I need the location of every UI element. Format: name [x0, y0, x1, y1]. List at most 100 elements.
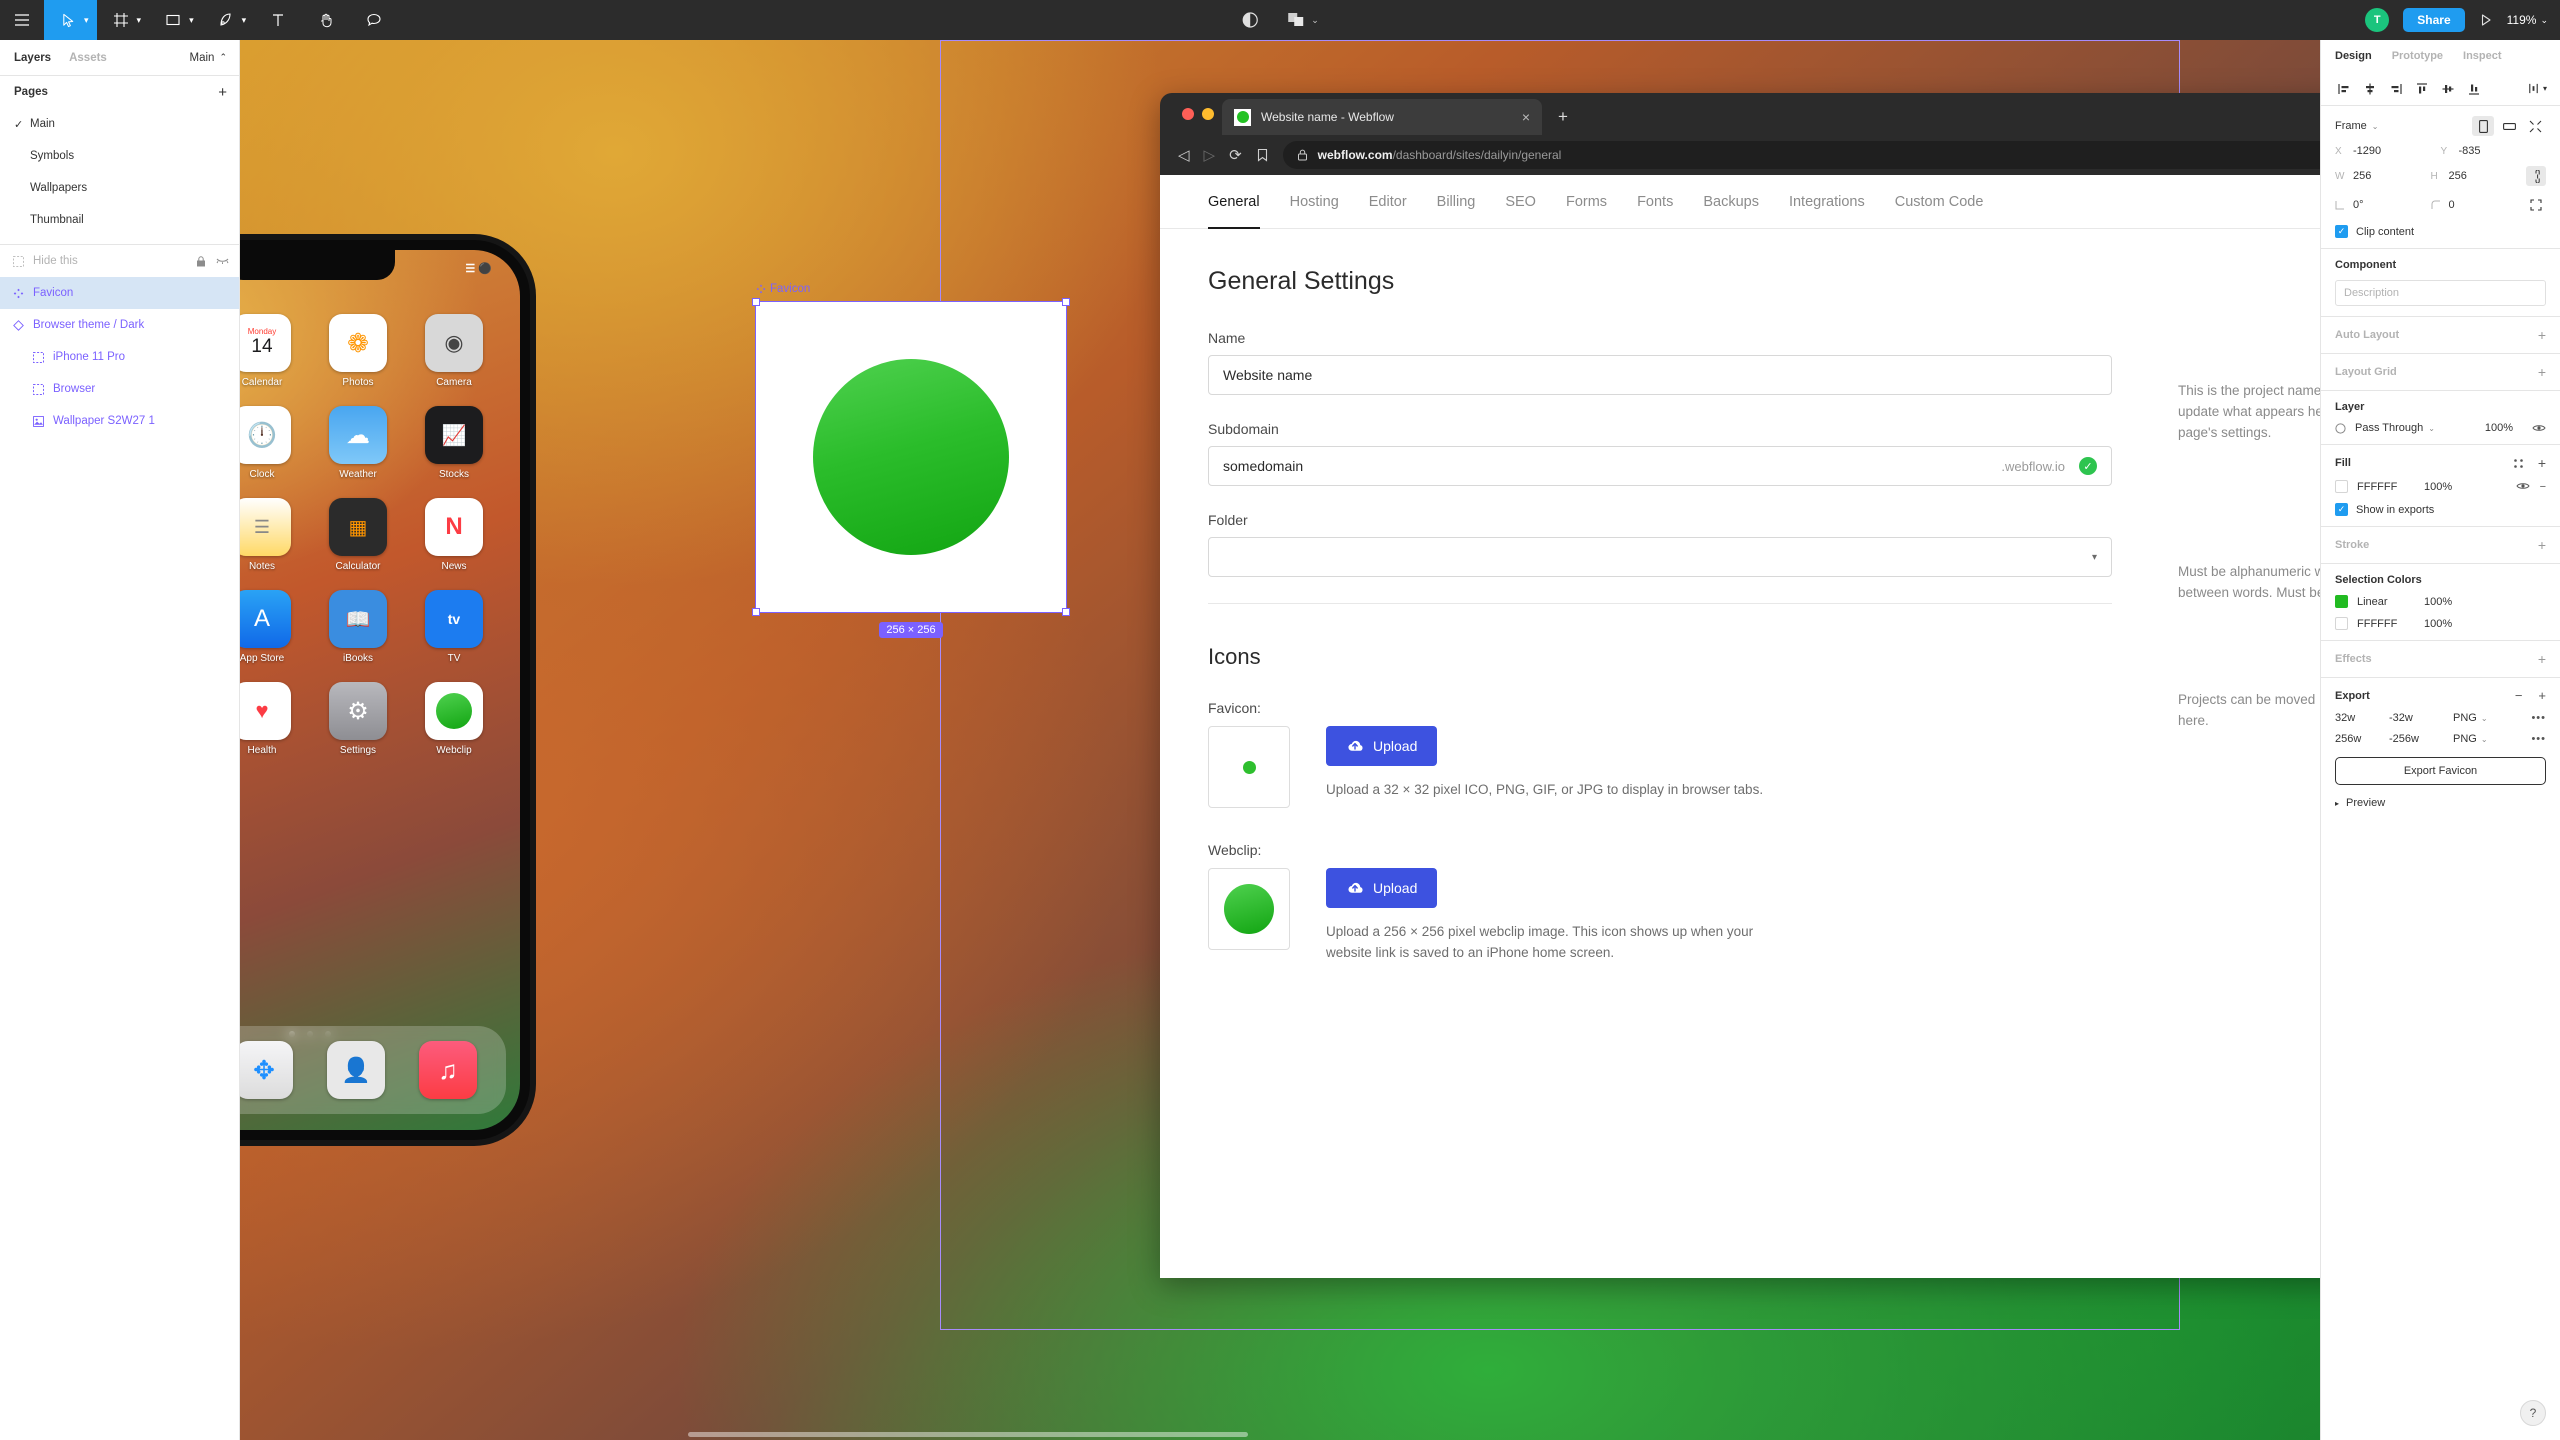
export-more-button[interactable]: ••• [2531, 733, 2546, 745]
subdomain-input[interactable]: somedomain .webflow.io ✓ [1208, 446, 2112, 486]
app-icon-item[interactable]: ❁ Photos [322, 314, 394, 388]
music-icon[interactable]: ♫ [419, 1041, 477, 1099]
eye-icon[interactable] [2532, 423, 2546, 433]
description-input[interactable]: Description [2335, 280, 2546, 306]
safari-icon[interactable]: ✥ [240, 1041, 293, 1099]
layer-row-browser[interactable]: Browser [0, 373, 239, 405]
tab-editor[interactable]: Editor [1369, 175, 1407, 229]
export-more-button[interactable]: ••• [2531, 712, 2546, 724]
app-icon-item[interactable]: ☰ Notes [240, 498, 298, 572]
bookmark-icon[interactable] [1256, 148, 1269, 162]
clip-content-row[interactable]: ✓ Clip content [2335, 225, 2546, 238]
fill-swatch[interactable] [2335, 480, 2348, 493]
tab-backups[interactable]: Backups [1703, 175, 1759, 229]
resize-handle-tr[interactable] [1062, 298, 1070, 306]
resize-to-fit-icon[interactable] [2524, 116, 2546, 136]
text-tool[interactable] [254, 0, 302, 40]
share-button[interactable]: Share [2403, 8, 2465, 32]
add-fill-button[interactable]: + [2538, 455, 2546, 471]
close-icon[interactable]: × [1522, 109, 1530, 125]
app-icon-item[interactable]: ▦ Calculator [322, 498, 394, 572]
tab-design[interactable]: Design [2335, 50, 2372, 62]
layer-row-browser-theme[interactable]: Browser theme / Dark [0, 309, 239, 341]
page-item-wallpapers[interactable]: Wallpapers [0, 172, 239, 204]
page-item-symbols[interactable]: Symbols [0, 140, 239, 172]
shape-tool[interactable]: ▾ [149, 0, 202, 40]
tab-assets[interactable]: Assets [69, 52, 107, 64]
x-property[interactable]: X -1290 [2335, 145, 2441, 157]
main-menu-button[interactable] [0, 0, 44, 40]
frame-tool[interactable]: ▾ [97, 0, 150, 40]
align-h-center-icon[interactable] [2357, 76, 2383, 102]
independent-corners-icon[interactable] [2526, 195, 2546, 215]
tab-billing[interactable]: Billing [1437, 175, 1476, 229]
layer-row[interactable]: Hide this [0, 245, 239, 277]
rotation-property[interactable]: 0° [2335, 199, 2431, 211]
comment-tool[interactable] [350, 0, 398, 40]
browser-tab[interactable]: Website name - Webflow × [1222, 99, 1542, 135]
chevron-down-icon[interactable]: ⌄ [1311, 15, 1319, 26]
corner-radius-property[interactable]: 0 [2431, 199, 2527, 211]
avatar[interactable]: T [2365, 8, 2390, 32]
w-property[interactable]: W 256 [2335, 170, 2431, 182]
distribute-icon[interactable]: ▾ [2524, 76, 2550, 102]
layer-opacity[interactable]: 100% [2471, 422, 2513, 434]
clip-content-checkbox[interactable]: ✓ [2335, 225, 2348, 238]
webclip-upload-button[interactable]: Upload [1326, 868, 1438, 908]
tab-hosting[interactable]: Hosting [1290, 175, 1339, 229]
favicon-frame[interactable] [752, 298, 1070, 616]
tab-fonts[interactable]: Fonts [1637, 175, 1673, 229]
export-suffix[interactable]: -256w [2389, 733, 2453, 745]
align-left-icon[interactable] [2331, 76, 2357, 102]
add-export-button[interactable]: + [2538, 688, 2546, 703]
layer-row-iphone[interactable]: iPhone 11 Pro [0, 341, 239, 373]
layer-row-wallpaper[interactable]: Wallpaper S2W27 1 [0, 405, 239, 437]
add-stroke-button[interactable]: + [2538, 537, 2546, 553]
align-top-icon[interactable] [2409, 76, 2435, 102]
frame-type-selector[interactable]: Frame ⌄ [2335, 120, 2378, 132]
show-in-exports-row[interactable]: ✓ Show in exports [2335, 503, 2546, 516]
tab-layers[interactable]: Layers [14, 52, 51, 64]
export-format[interactable]: PNG ⌄ [2453, 712, 2513, 724]
export-size[interactable]: 256w [2335, 733, 2389, 745]
horizontal-scrollbar[interactable] [688, 1432, 1248, 1437]
tab-prototype[interactable]: Prototype [2392, 50, 2443, 62]
preview-toggle[interactable]: ▸ Preview [2335, 797, 2546, 809]
align-v-center-icon[interactable] [2435, 76, 2461, 102]
chevron-down-icon[interactable]: ▾ [189, 15, 202, 26]
chevron-down-icon[interactable]: ▾ [137, 15, 150, 26]
chevron-down-icon[interactable]: ▾ [84, 15, 97, 26]
resize-handle-bl[interactable] [752, 608, 760, 616]
contacts-icon[interactable]: 👤 [327, 1041, 385, 1099]
app-icon-item[interactable]: ☁ Weather [322, 406, 394, 480]
link-icon[interactable] [2526, 166, 2546, 186]
move-tool[interactable]: ▾ [44, 0, 97, 40]
canvas[interactable]: ☰ ⚫ 💬Messages Monday14Calendar ❁Photos ◉… [240, 40, 2320, 1440]
layer-row-favicon[interactable]: Favicon [0, 277, 239, 309]
pen-tool[interactable]: ▾ [202, 0, 255, 40]
app-icon-item[interactable]: A App Store [240, 590, 298, 664]
tab-general[interactable]: General [1208, 175, 1260, 229]
tab-custom-code[interactable]: Custom Code [1895, 175, 1984, 229]
export-size[interactable]: 32w [2335, 712, 2389, 724]
portrait-icon[interactable] [2472, 116, 2494, 136]
boolean-ops-button[interactable]: ⌄ [1287, 12, 1319, 28]
app-icon-item[interactable]: Monday 14 Calendar [240, 314, 298, 388]
app-icon-item[interactable]: 🕛 Clock [240, 406, 298, 480]
page-item-main[interactable]: ✓ Main [0, 108, 239, 140]
minimize-window-button[interactable] [1202, 108, 1214, 120]
eye-closed-icon[interactable] [216, 256, 229, 267]
page-selector[interactable]: Main ⌃ [190, 52, 227, 64]
forward-icon[interactable]: ▷ [1204, 146, 1216, 164]
add-layout-grid-button[interactable]: + [2538, 364, 2546, 380]
app-icon-item[interactable]: ◉ Camera [418, 314, 490, 388]
app-icon-item[interactable]: N News [418, 498, 490, 572]
zoom-control[interactable]: 119% ⌄ [2507, 13, 2548, 27]
url-bar[interactable]: webflow.com/dashboard/sites/dailyin/gene… [1282, 141, 2320, 169]
tab-integrations[interactable]: Integrations [1789, 175, 1865, 229]
back-icon[interactable]: ◁ [1178, 146, 1190, 164]
app-icon-item[interactable]: 📈 Stocks [418, 406, 490, 480]
app-icon-item[interactable]: tv TV [418, 590, 490, 664]
mask-icon[interactable] [1241, 11, 1259, 29]
selection-color-swatch[interactable] [2335, 617, 2348, 630]
